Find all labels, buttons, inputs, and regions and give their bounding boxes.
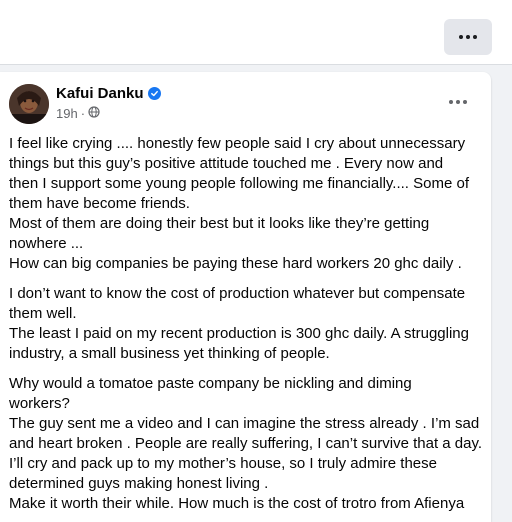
- post-card: Kafui Danku 19h · I feel like crying ...…: [0, 72, 491, 522]
- more-horizontal-icon: [449, 100, 467, 104]
- post-text-line: them well.: [9, 305, 77, 322]
- post-text-line: things but this guy’s positive attitude …: [9, 155, 444, 172]
- post-text-line: industry, a small business yet thinking …: [9, 345, 330, 362]
- post-author: Kafui Danku: [56, 85, 161, 102]
- more-options-button[interactable]: [444, 19, 492, 55]
- post-text-line: How can big companies be paying these ha…: [9, 255, 462, 272]
- post-paragraph: Why would a tomatoe paste company be nic…: [9, 374, 487, 514]
- avatar[interactable]: [9, 84, 49, 124]
- separator-dot: ·: [80, 106, 86, 121]
- post-meta: 19h ·: [56, 106, 100, 121]
- post-text-line: then I support some young people followi…: [9, 175, 469, 192]
- post-body: I feel like crying .... honestly few peo…: [9, 134, 487, 522]
- post-text-line: The least I paid on my recent production…: [9, 325, 469, 342]
- post-more-button[interactable]: [444, 90, 472, 114]
- post-text-line: I feel like crying .... honestly few peo…: [9, 135, 466, 152]
- post-text-line: and heart broken . People are really suf…: [9, 435, 483, 452]
- post-text-line: Make it worth their while. How much is t…: [9, 495, 465, 512]
- post-time[interactable]: 19h: [56, 106, 78, 121]
- post-text-line: determined guys making honest living .: [9, 475, 269, 492]
- post-text-line: I’ll cry and pack up to my mother’s hous…: [9, 455, 437, 472]
- more-horizontal-icon: [459, 35, 477, 39]
- post-text-line: them have become friends.: [9, 195, 190, 212]
- globe-icon[interactable]: [88, 106, 100, 121]
- post-text-line: Why would a tomatoe paste company be nic…: [9, 375, 412, 392]
- post-text-line: nowhere ...: [9, 235, 84, 252]
- post-paragraph: I don’t want to know the cost of product…: [9, 284, 487, 364]
- post-text-line: Most of them are doing their best but it…: [9, 215, 430, 232]
- author-name[interactable]: Kafui Danku: [56, 85, 144, 102]
- verified-badge-icon: [147, 87, 161, 100]
- post-text-line: The guy sent me a video and I can imagin…: [9, 415, 480, 432]
- post-text-line: I don’t want to know the cost of product…: [9, 285, 466, 302]
- post-paragraph: I feel like crying .... honestly few peo…: [9, 134, 487, 274]
- top-bar: [0, 0, 512, 65]
- post-text-line: workers?: [9, 395, 70, 412]
